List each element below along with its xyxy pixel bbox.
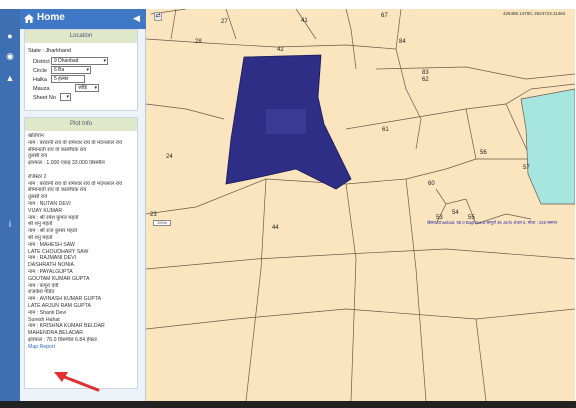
coordinate-readout: 426495.14700, 2624723.11464: [503, 11, 566, 16]
map-toolbar-button[interactable]: ⇄: [154, 12, 162, 21]
plot-info-line: नाम : RAJMANI DEVI: [28, 255, 76, 262]
plot-info-line: क्षेत्रफल : 1.000 एकड़ 33.000 डिसमील: [28, 160, 105, 167]
chevron-down-icon: ▾: [103, 58, 106, 64]
chevron-down-icon: ▾: [86, 67, 89, 73]
plot-info-line: नाम : AVINASH KUMAR GUPTA: [28, 296, 102, 303]
plot-number: 23: [150, 212, 157, 218]
plot-number: 41: [301, 18, 308, 24]
plot-info-line: श्री शनु महतो: [28, 234, 53, 241]
plot-info-line: रजिस्टर 2: [28, 173, 47, 180]
plot-number: 27: [221, 19, 228, 25]
plot-info-line: [28, 167, 136, 174]
plot-info-line: सीमानाती राय वो कालीचक राय: [28, 146, 87, 153]
chevron-down-icon: ▾: [66, 94, 69, 100]
adjacent-plot-shape[interactable]: [520, 88, 575, 205]
plot-info-line: क्षेत्रफल : 76.0 डिसमील 6.84 हेक्टर: [28, 336, 97, 343]
district-label: District: [33, 59, 50, 65]
layers-icon[interactable]: ●: [5, 31, 15, 41]
plot-info-line: DASHRATH NONIA: [28, 262, 75, 269]
plot-info-body: खतियान नाम : बरवानी राय वो रामेश्वर राय व…: [28, 133, 136, 351]
plot-number: 24: [166, 154, 173, 160]
map-info-line: खेसरा Dhanbad, 98 0 Baghmara सम्पूर्ण 46…: [427, 220, 558, 225]
panel-header: Home ◀: [20, 9, 146, 29]
circle-value: 6 Ba: [54, 67, 65, 73]
plot-info-line: नाम : NUTAN DEVI: [28, 200, 71, 207]
plot-number: 42: [277, 47, 284, 53]
settings-icon[interactable]: ▲: [5, 73, 15, 83]
bottom-bar: [0, 401, 576, 408]
sheet-label: Sheet No: [33, 95, 56, 101]
plot-number: 61: [382, 127, 389, 133]
red-arrow-annotation: [54, 372, 100, 392]
plot-number: 54: [452, 210, 459, 216]
plot-number: 44: [272, 225, 279, 231]
plot-info-line: तुलसी राय: [28, 194, 48, 201]
plot-number: 57: [523, 165, 530, 171]
location-card-title: Location: [25, 30, 137, 43]
chevron-left-icon[interactable]: ◀: [133, 13, 140, 24]
plot-info-line: नाम : श्री राज कुमार महतो: [28, 228, 78, 235]
plot-number: 62: [422, 77, 429, 83]
location-card: Location State : Jharkhand District 9 Dh…: [24, 29, 138, 111]
halka-value: 5 हल्का: [54, 76, 69, 82]
scale-bar: 100m: [153, 220, 171, 226]
plot-info-line: LATE ARJUN RAM GUPTA: [28, 302, 91, 309]
sheet-select[interactable]: ▾: [60, 93, 71, 101]
side-strip: ● ◉ ▲ i: [0, 9, 20, 401]
circle-label: Circle: [33, 68, 48, 74]
plot-info-line: नाम : KRISHNA KUMAR BELDAR: [28, 323, 105, 330]
halka-label: Halka: [33, 77, 48, 83]
plot-info-line: सीमानाती राय वो कालीचक राय: [28, 187, 87, 194]
plot-info-line: खतियान: [28, 133, 44, 139]
mauza-label: Mauza: [33, 86, 50, 92]
plot-number: 56: [480, 150, 487, 156]
state-label: State : Jharkhand: [28, 48, 72, 54]
plot-info-line: नाम : बरवानी राय वो रामेश्वर राय वो मदनल…: [28, 139, 123, 146]
plot-info-card: Plot Info खतियान नाम : बरवानी राय वो रामे…: [24, 117, 138, 389]
plot-number: 84: [399, 39, 406, 45]
plot-info-line: Suresh Hahat: [28, 316, 60, 323]
plot-number: 60: [428, 181, 435, 187]
district-select[interactable]: 9 Dhanbad ▾: [51, 57, 108, 65]
plot-info-line: नाम : MAHESH SAW: [28, 241, 75, 248]
mauza-select[interactable]: जोड़ि ▾: [75, 84, 99, 92]
info-icon[interactable]: i: [5, 219, 15, 229]
user-icon[interactable]: ◉: [5, 51, 15, 61]
plot-info-line: राजकेश पंडित: [28, 289, 55, 296]
plot-info-line: तुलसी राय: [28, 153, 48, 160]
plot-info-title: Plot Info: [25, 118, 137, 131]
cadastral-map[interactable]: [146, 9, 575, 401]
plot-info-line: नाम : Shanti Devi: [28, 309, 67, 316]
plot-number: 28: [195, 39, 202, 45]
plot-info-line: MAHENDRA BELADAR: [28, 330, 84, 337]
plot-info-line: नाम : कपूरा देवी: [28, 282, 59, 289]
panel-title: Home: [37, 12, 65, 23]
plot-info-line: LATE CHOUDHARY SAW: [28, 248, 89, 255]
circle-select[interactable]: 6 Ba ▾: [51, 66, 91, 74]
map-canvas[interactable]: 27 41 67 28 84 42 83 62 24 61 56 57 60 2…: [146, 9, 575, 401]
plot-info-line: नाम : PAYALGUPTA: [28, 268, 73, 275]
chevron-down-icon: ▾: [94, 85, 97, 91]
district-value: 9 Dhanbad: [54, 58, 79, 64]
plot-info-line: VIJAY KUMAR: [28, 207, 63, 214]
side-panel: Home ◀ Location State : Jharkhand Distri…: [20, 9, 146, 401]
halka-select[interactable]: 5 हल्का: [51, 75, 85, 83]
plot-info-line: श्री शनु महतो: [28, 221, 53, 228]
plot-info-line: नाम : बरवानी राय वो रामेश्वर राय वो मदनल…: [28, 180, 123, 187]
plot-number: 67: [381, 13, 388, 19]
map-report-link[interactable]: Map Report: [28, 344, 136, 351]
plot-number: 83: [422, 70, 429, 76]
plot-info-line: GOUTAM KUMAR GUPTA: [28, 275, 90, 282]
home-icon: [24, 14, 34, 23]
plot-info-line: नाम : श्री रमेश कुमार महतो: [28, 214, 79, 221]
top-bar: [0, 0, 576, 9]
mauza-value: जोड़ि: [78, 85, 87, 91]
